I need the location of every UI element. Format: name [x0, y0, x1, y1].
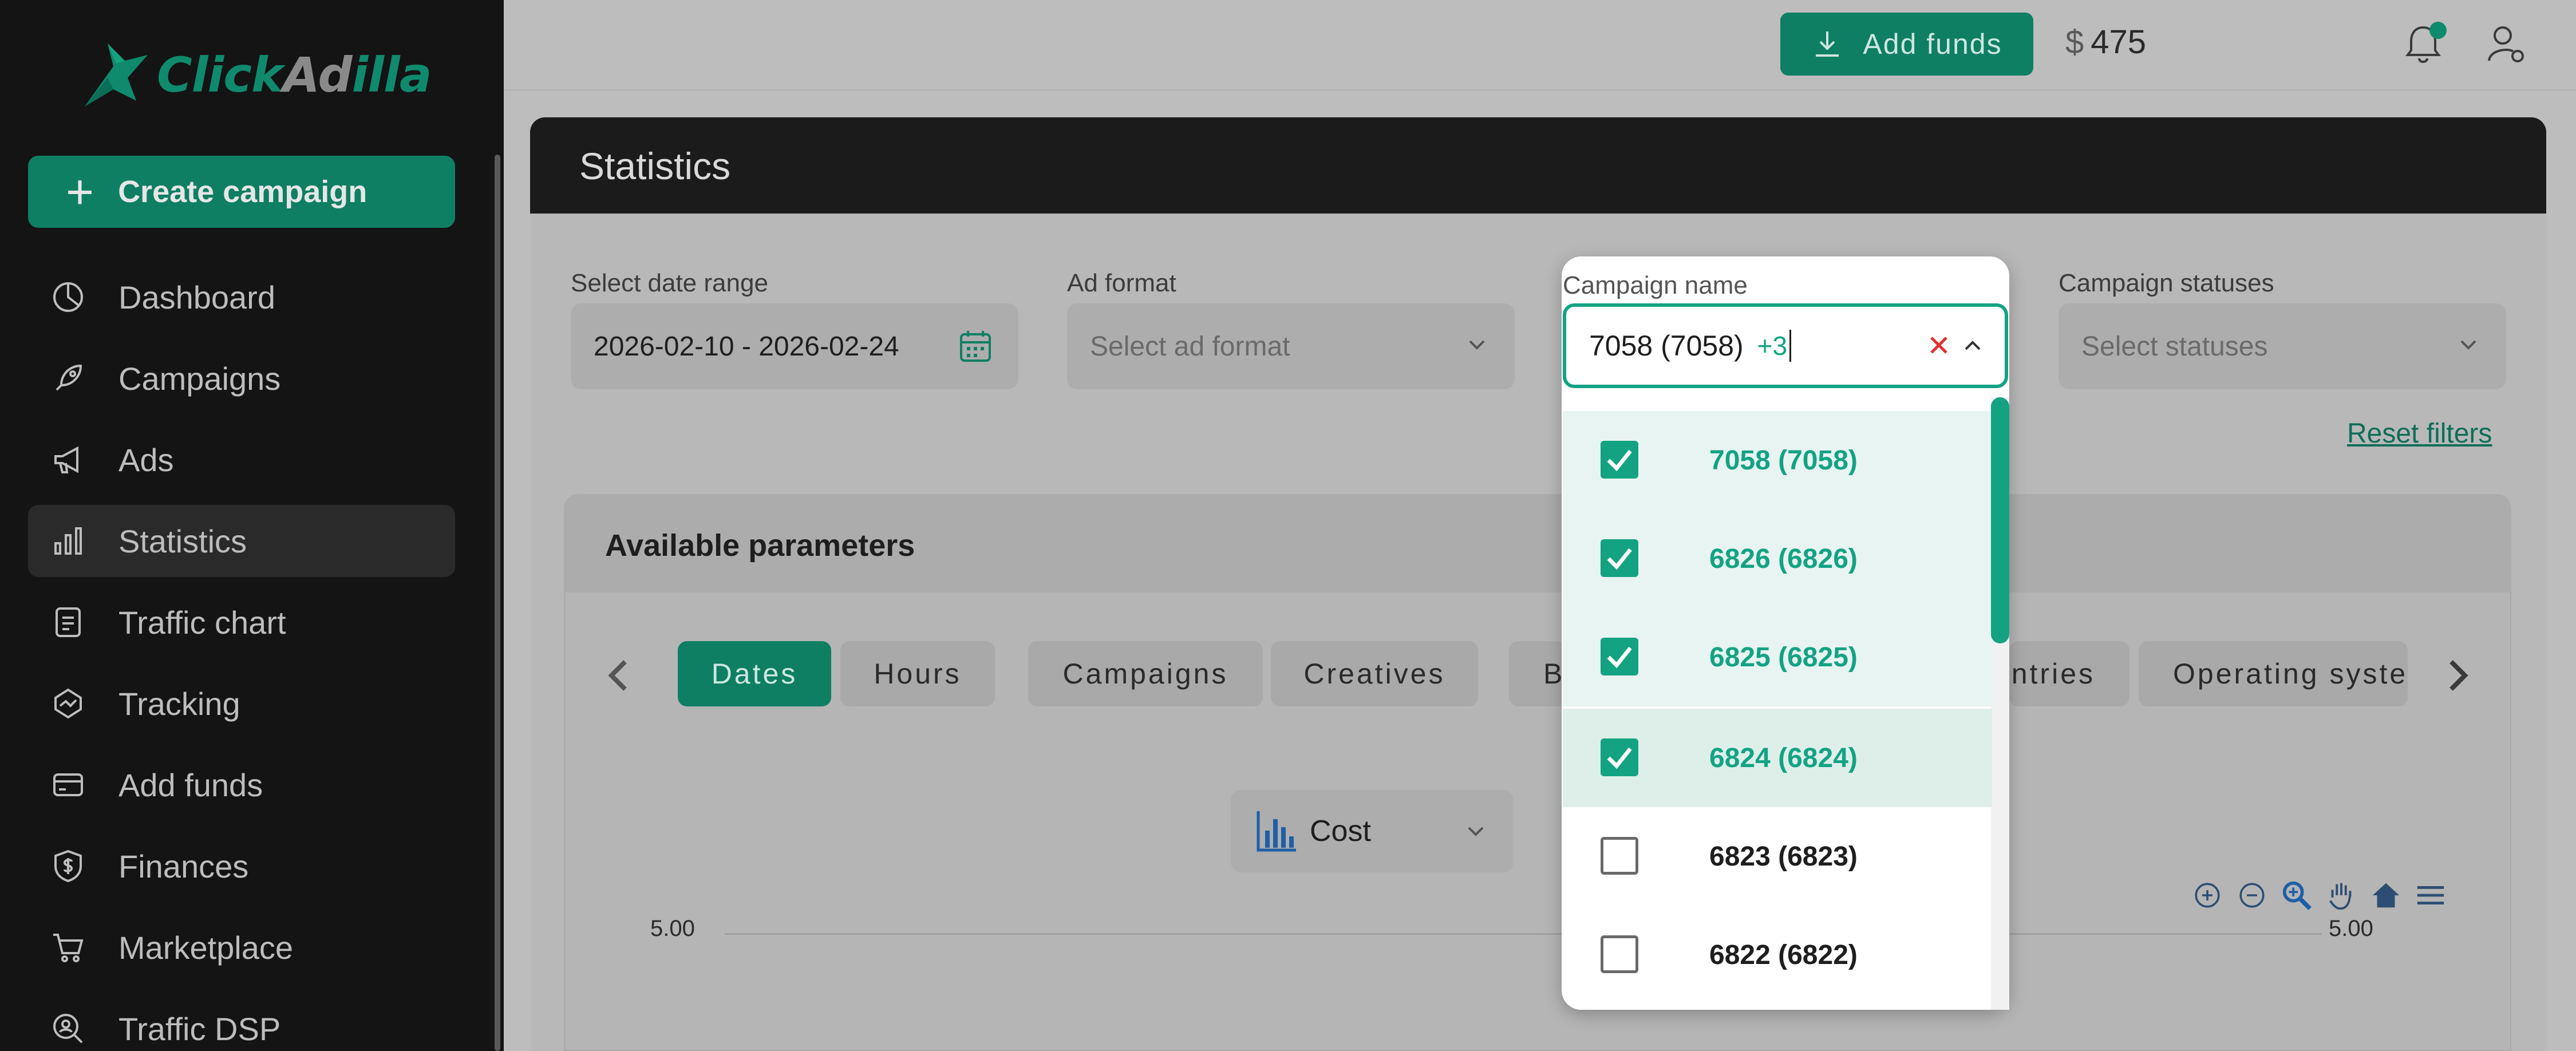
rocket-icon	[49, 359, 88, 398]
chevron-down-icon	[1468, 827, 1484, 836]
chart-toolbar	[2190, 878, 2448, 912]
dashboard-icon	[49, 278, 88, 317]
bar-chart-icon	[1257, 811, 1296, 852]
sidebar-item-marketplace[interactable]: Marketplace	[28, 911, 455, 983]
metric-select[interactable]: Cost	[1231, 790, 1514, 872]
sidebar-item-ads[interactable]: Ads	[28, 424, 455, 496]
date-range-field[interactable]: 2026-02-10 - 2026-02-24	[571, 303, 1018, 389]
sidebar-item-statistics[interactable]: Statistics	[28, 505, 455, 577]
bar-chart-icon	[49, 521, 88, 560]
sidebar-item-finances[interactable]: Finances	[28, 830, 455, 902]
checkbox-checked[interactable]	[1601, 441, 1638, 479]
campaign-option[interactable]: 7058 (7058)	[1563, 411, 1992, 509]
tab-hours[interactable]: Hours	[840, 641, 995, 706]
home-icon[interactable]	[2369, 878, 2403, 912]
chevron-down-icon	[2460, 340, 2476, 350]
brand-name: ClickAdilla	[157, 47, 432, 103]
tab-operating-systems[interactable]: Operating syste	[2139, 641, 2408, 706]
pan-hand-icon[interactable]	[2324, 878, 2358, 912]
sidebar-item-traffic-chart[interactable]: Traffic chart	[28, 586, 455, 658]
campaign-option[interactable]: 6823 (6823)	[1563, 807, 1992, 906]
statistics-header	[530, 117, 2546, 214]
top-bar	[504, 0, 2576, 90]
campaign-statuses-select[interactable]: Select statuses	[2059, 303, 2506, 389]
tabs-scroll-left-icon[interactable]	[606, 657, 631, 694]
campaign-option[interactable]: 6826 (6826)	[1563, 509, 1992, 608]
page-title: Statistics	[579, 145, 731, 187]
clear-icon[interactable]	[1926, 332, 1952, 358]
sidebar-item-dashboard[interactable]: Dashboard	[28, 261, 455, 333]
tab-creatives[interactable]: Creatives	[1271, 641, 1478, 706]
checkbox-checked[interactable]	[1601, 738, 1638, 776]
notification-badge	[2429, 22, 2447, 39]
calendar-icon[interactable]	[958, 329, 993, 364]
sidebar-item-tracking[interactable]: Tracking	[28, 667, 455, 740]
text-caret	[1789, 330, 1792, 362]
chevron-up-icon[interactable]	[1961, 334, 1984, 357]
megaphone-icon	[49, 440, 88, 479]
campaign-name-label: Campaign name	[1563, 271, 1748, 299]
chevron-down-icon	[1469, 340, 1485, 350]
plus-icon: +	[66, 165, 94, 219]
document-icon	[49, 603, 88, 642]
tracking-icon	[49, 684, 88, 723]
sidebar-scrollbar[interactable]	[495, 155, 500, 1051]
campaign-option-highlighted[interactable]: 6824 (6824)	[1563, 709, 1992, 807]
zoom-in-icon[interactable]	[2190, 878, 2225, 912]
available-parameters-title: Available parameters	[605, 528, 915, 563]
magnify-icon[interactable]	[2279, 878, 2314, 912]
tab-countries[interactable]: ntries	[2009, 641, 2129, 706]
balance-display: $475	[2065, 23, 2147, 61]
checkbox-unchecked[interactable]	[1601, 935, 1638, 973]
ad-format-label: Ad format	[1067, 269, 1176, 297]
zoom-out-icon[interactable]	[2235, 878, 2269, 912]
cart-icon	[49, 928, 88, 967]
tab-campaigns[interactable]: Campaigns	[1028, 641, 1263, 706]
chart-gridline	[725, 933, 2322, 935]
sidebar-item-campaigns[interactable]: Campaigns	[28, 342, 455, 414]
campaign-statuses-label: Campaign statuses	[2059, 269, 2274, 297]
tab-partial-b[interactable]: B	[1509, 641, 1566, 706]
ad-format-select[interactable]: Select ad format	[1067, 303, 1515, 389]
date-range-label: Select date range	[571, 269, 768, 297]
y-axis-tick-right: 5.00	[2329, 916, 2373, 941]
brand-logo[interactable]: ClickAdilla	[73, 32, 432, 118]
selected-count-badge: +3	[1757, 331, 1788, 361]
user-settings-icon[interactable]	[2484, 23, 2528, 66]
shield-dollar-icon	[49, 847, 88, 886]
credit-card-icon	[49, 765, 88, 804]
dropdown-scrollbar[interactable]	[1991, 397, 2009, 643]
sidebar-item-traffic-dsp[interactable]: Traffic DSP	[28, 993, 455, 1051]
sidebar-item-add-funds[interactable]: Add funds	[28, 749, 455, 821]
add-funds-button[interactable]: Add funds	[1780, 13, 2033, 76]
reset-filters-link[interactable]: Reset filters	[2347, 418, 2492, 449]
create-campaign-button[interactable]: + Create campaign	[28, 156, 455, 228]
tabs-scroll-right-icon[interactable]	[2445, 657, 2471, 694]
checkbox-checked[interactable]	[1601, 539, 1638, 577]
checkbox-unchecked[interactable]	[1601, 837, 1638, 875]
download-icon	[1816, 31, 1839, 57]
menu-icon[interactable]	[2413, 878, 2448, 912]
search-user-icon	[49, 1009, 88, 1048]
tab-dates[interactable]: Dates	[678, 641, 831, 706]
y-axis-tick-left: 5.00	[650, 916, 695, 941]
sidebar: ClickAdilla + Create campaign Dashboard …	[0, 0, 504, 1051]
logo-bird-icon	[85, 44, 148, 106]
campaign-option[interactable]: 6822 (6822)	[1563, 906, 1992, 1004]
campaign-option[interactable]: 6825 (6825)	[1563, 608, 1992, 706]
checkbox-checked[interactable]	[1601, 638, 1638, 675]
campaign-name-input[interactable]: 7058 (7058) +3	[1563, 303, 2008, 388]
